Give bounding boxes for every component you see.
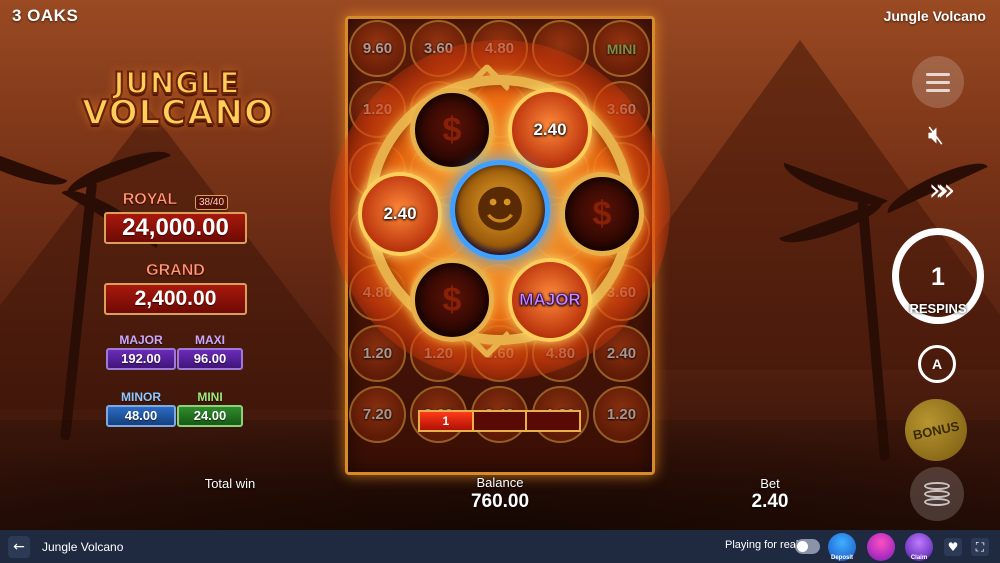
wheel-slot-left: 2.40 <box>358 172 442 256</box>
reel-cell-r1-c5: MINI <box>593 20 650 77</box>
respins-label: RESPINS <box>909 301 967 316</box>
hamburger-icon <box>926 73 950 76</box>
wheel-slot-top-right: 2.40 <box>508 88 592 172</box>
jackpot-grand-label: GRAND <box>146 262 205 280</box>
autoplay-button[interactable]: A <box>918 345 956 383</box>
respin-segment-1: 1 <box>420 412 474 430</box>
game-title: Jungle Volcano <box>883 8 986 24</box>
bet-value: 2.40 <box>751 491 789 512</box>
respins-counter: 1 RESPINS <box>892 228 984 324</box>
heart-icon[interactable]: ♥ <box>944 538 962 556</box>
mute-icon[interactable]: 🔇︎ <box>916 115 956 155</box>
jackpot-royal-progress: 38/40 <box>195 195 229 210</box>
back-arrow-icon[interactable]: ← <box>8 535 30 558</box>
respin-progress-bar: 1 <box>418 410 581 432</box>
respin-segment-3 <box>527 412 579 430</box>
jackpot-mini-value: 24.00 <box>177 405 243 427</box>
jackpot-major-value: 192.00 <box>106 348 176 370</box>
respin-segment-2 <box>474 412 528 430</box>
tiki-mask-icon: ☻ <box>450 160 550 260</box>
wheel-slot-bottom-left: $ <box>410 258 494 342</box>
jackpot-royal-value: 24,000.00 <box>104 212 247 244</box>
brand-logo: 3 OAKS <box>12 6 79 25</box>
promo-jackpots-claim-icon[interactable]: Claim <box>905 533 933 561</box>
promo-sports-icon[interactable] <box>867 533 895 561</box>
balance-value: 760.00 <box>470 491 530 512</box>
respins-count: 1 <box>931 263 945 291</box>
reel-cell-r7-c1: 7.20 <box>349 386 406 443</box>
balance-label: Balance <box>476 475 524 490</box>
jackpot-royal-label: ROYAL <box>122 191 178 209</box>
jackpot-mini-label: MINI <box>197 390 223 404</box>
bottom-bar: ← Jungle Volcano Playing for real Deposi… <box>0 530 1000 563</box>
logo-line-2: VOLCANO <box>81 93 274 133</box>
jackpot-minor-value: 48.00 <box>106 405 176 427</box>
bet-label: Bet <box>760 476 780 491</box>
fullscreen-icon[interactable]: ⛶ <box>971 538 989 556</box>
play-real-toggle[interactable] <box>795 539 820 554</box>
reel-cell-r7-c5: 1.20 <box>593 386 650 443</box>
jackpot-major-label: MAJOR <box>119 333 163 347</box>
bet-coins-icon[interactable] <box>910 467 964 521</box>
jackpot-maxi-value: 96.00 <box>177 348 243 370</box>
play-real-label: Playing for real <box>725 539 799 551</box>
wheel-slot-top-left: $ <box>410 88 494 172</box>
wheel-slot-bottom-right: MAJOR <box>508 258 592 342</box>
reel-cell-r1-c1: 9.60 <box>349 20 406 77</box>
wheel-slot-right: $ <box>560 172 644 256</box>
menu-button[interactable] <box>912 56 964 108</box>
promo-bonus-deposit-icon[interactable]: Deposit <box>828 533 856 561</box>
bottom-bar-title: Jungle Volcano <box>42 539 124 554</box>
toggle-knob <box>797 541 808 552</box>
jackpot-maxi-label: MAXI <box>195 333 225 347</box>
jackpot-minor-label: MINOR <box>121 390 161 404</box>
game-logo: JUNGLE VOLCANO <box>81 67 274 133</box>
total-win-label: Total win <box>204 476 256 491</box>
game-canvas: 3 OAKS Jungle Volcano JUNGLE VOLCANO ROY… <box>0 0 1000 530</box>
turbo-spin-icon[interactable]: »» <box>914 170 960 210</box>
jackpot-grand-value: 2,400.00 <box>104 283 247 315</box>
